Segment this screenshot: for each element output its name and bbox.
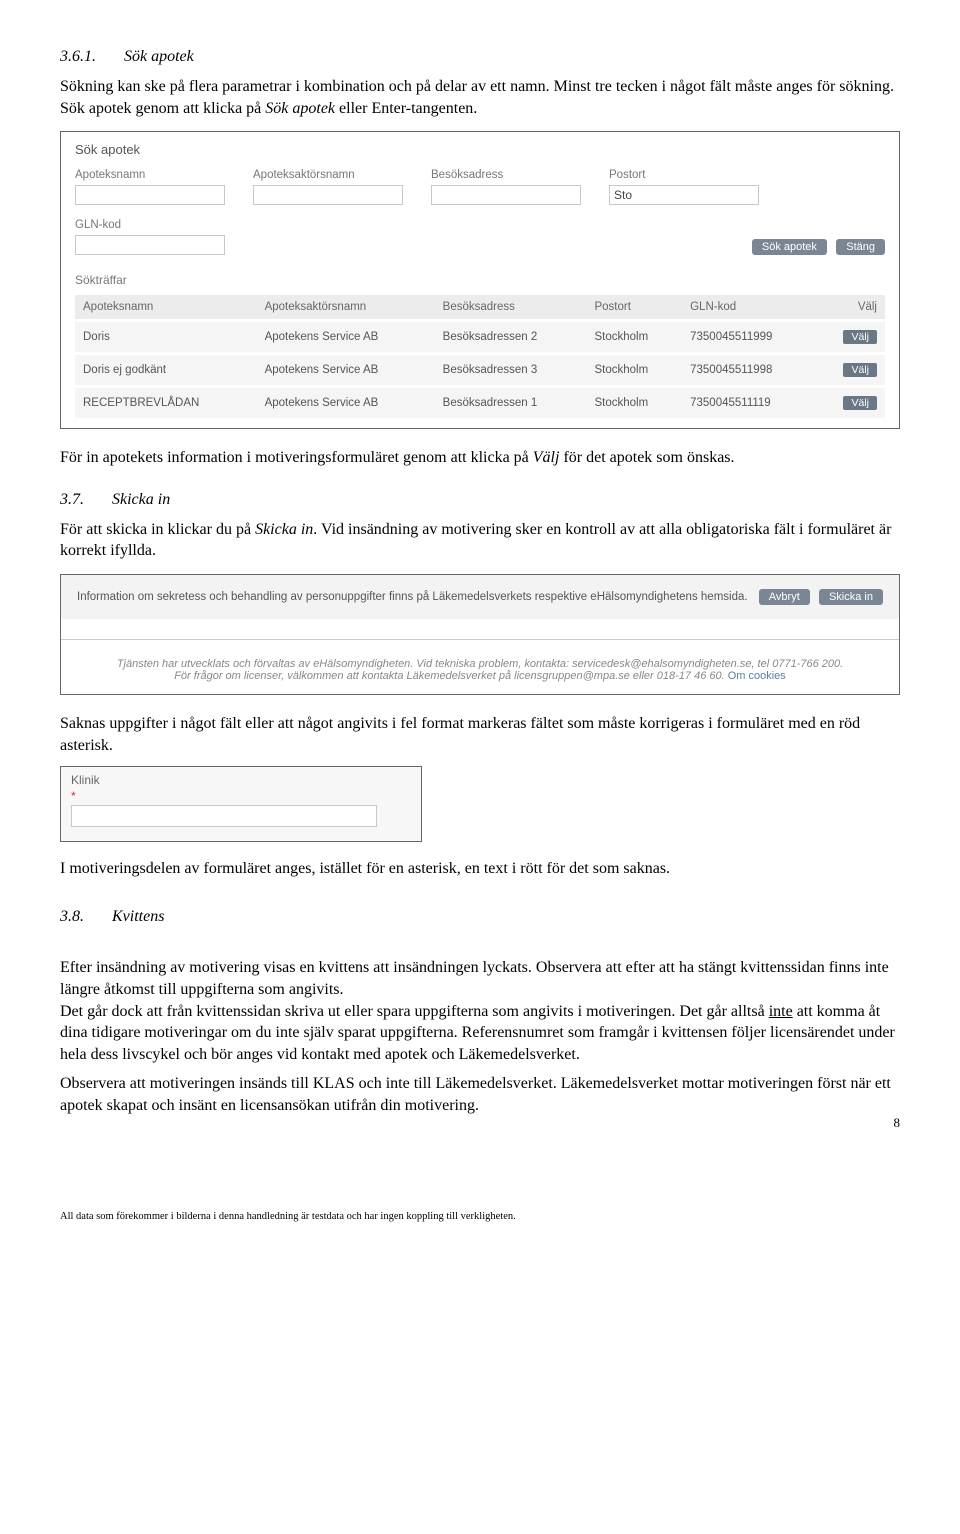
results-table: Apoteksnamn Apoteksaktörsnamn Besöksadre…	[75, 295, 885, 418]
field-inputs	[75, 185, 885, 205]
cell: Besöksadressen 1	[435, 387, 587, 419]
cell: 7350045511998	[682, 354, 817, 387]
th-postort: Postort	[586, 295, 682, 321]
screenshot-submit-bar: Information om sekretess och behandling …	[60, 574, 900, 695]
table-header-row: Apoteksnamn Apoteksaktörsnamn Besöksadre…	[75, 295, 885, 321]
input-besoksadress[interactable]	[431, 185, 581, 205]
cell: 7350045511119	[682, 387, 817, 419]
text: eller Enter-tangenten.	[335, 100, 477, 117]
klinik-label: Klinik	[71, 773, 411, 787]
cell: Apotekens Service AB	[257, 387, 435, 419]
results-heading: Sökträffar	[75, 273, 885, 287]
avbryt-button[interactable]: Avbryt	[759, 589, 810, 605]
valj-button[interactable]: Välj	[843, 363, 877, 377]
table-row: Doris Apotekens Service AB Besöksadresse…	[75, 321, 885, 354]
valj-button[interactable]: Välj	[843, 330, 877, 344]
cell: 7350045511999	[682, 321, 817, 354]
cell: Besöksadressen 2	[435, 321, 587, 354]
sec361-paragraph: Sökning kan ske på flera parametrar i ko…	[60, 76, 900, 119]
screenshot-klinik-field: Klinik *	[60, 766, 422, 842]
label-apoteksaktorsnamn: Apoteksaktörsnamn	[253, 169, 403, 181]
label-besoksadress: Besöksadress	[431, 169, 581, 181]
input-postort[interactable]	[609, 185, 759, 205]
after-shot1-paragraph: För in apotekets information i motiverin…	[60, 447, 900, 469]
label-postort: Postort	[609, 169, 759, 181]
th-adress: Besöksadress	[435, 295, 587, 321]
table-row: Doris ej godkänt Apotekens Service AB Be…	[75, 354, 885, 387]
italic-term: Skicka in	[255, 521, 313, 538]
cell: Doris ej godkänt	[75, 354, 257, 387]
service-footer: Tjänsten har utvecklats och förvaltas av…	[61, 639, 899, 694]
label-gln: GLN-kod	[75, 219, 225, 231]
button-group: Avbryt Skicka in	[753, 589, 883, 605]
cell: Stockholm	[586, 321, 682, 354]
sec37-paragraph: För att skicka in klickar du på Skicka i…	[60, 519, 900, 562]
text: Efter insändning av motivering visas en …	[60, 959, 889, 1019]
cell: Apotekens Service AB	[257, 354, 435, 387]
section-361-title: 3.6.1. Sök apotek	[60, 48, 900, 66]
cell: Besöksadressen 3	[435, 354, 587, 387]
italic-term: Sök apotek	[265, 100, 335, 117]
cell: Doris	[75, 321, 257, 354]
button-group: Sök apotek Stäng	[746, 239, 885, 255]
valj-button[interactable]: Välj	[843, 396, 877, 410]
om-cookies-link[interactable]: Om cookies	[728, 670, 786, 682]
th-aktor: Apoteksaktörsnamn	[257, 295, 435, 321]
input-apoteksaktorsnamn[interactable]	[253, 185, 403, 205]
sec-name: Skicka in	[112, 491, 170, 508]
input-apoteksnamn[interactable]	[75, 185, 225, 205]
section-38-title: 3.8. Kvittens	[60, 908, 900, 926]
panel-title: Sök apotek	[75, 142, 885, 157]
footer-line-1: Tjänsten har utvecklats och förvaltas av…	[81, 658, 879, 670]
below-shot3-paragraph: I motiveringsdelen av formuläret anges, …	[60, 858, 900, 880]
field-labels: Apoteksnamn Apoteksaktörsnamn Besöksadre…	[75, 169, 885, 181]
skicka-in-button[interactable]: Skicka in	[819, 589, 883, 605]
cell: Stockholm	[586, 387, 682, 419]
underline-term: inte	[769, 1003, 793, 1020]
label-apoteksnamn: Apoteksnamn	[75, 169, 225, 181]
italic-term: Välj	[533, 449, 560, 466]
text: för det apotek som önskas.	[559, 449, 734, 466]
text: För in apotekets information i motiverin…	[60, 449, 533, 466]
sec-num: 3.8.	[60, 908, 84, 925]
text: För frågor om licenser, välkommen att ko…	[174, 670, 728, 682]
text: För att skicka in klickar du på	[60, 521, 255, 538]
sec-name: Sök apotek	[124, 48, 194, 65]
info-text: Information om sekretess och behandling …	[77, 591, 748, 603]
section-37-title: 3.7. Skicka in	[60, 491, 900, 509]
cell: RECEPTBREVLÅDAN	[75, 387, 257, 419]
th-apoteksnamn: Apoteksnamn	[75, 295, 257, 321]
below-shot2-paragraph: Saknas uppgifter i något fält eller att …	[60, 713, 900, 756]
stang-button[interactable]: Stäng	[836, 239, 885, 255]
page-number: 8	[60, 1115, 900, 1131]
input-gln[interactable]	[75, 235, 225, 255]
th-valj: Välj	[817, 295, 885, 321]
page-footer: All data som förekommer i bilderna i den…	[60, 1211, 900, 1222]
cell: Apotekens Service AB	[257, 321, 435, 354]
sec-num: 3.7.	[60, 491, 84, 508]
sec-num: 3.6.1.	[60, 48, 96, 65]
klinik-input[interactable]	[71, 805, 377, 827]
cell: Stockholm	[586, 354, 682, 387]
required-asterisk: *	[71, 789, 411, 803]
sec38-paragraph2: Observera att motiveringen insänds till …	[60, 1073, 900, 1116]
table-row: RECEPTBREVLÅDAN Apotekens Service AB Bes…	[75, 387, 885, 419]
sok-apotek-button[interactable]: Sök apotek	[752, 239, 827, 255]
footer-line-2: För frågor om licenser, välkommen att ko…	[81, 670, 879, 682]
screenshot-sok-apotek: Sök apotek Apoteksnamn Apoteksaktörsnamn…	[60, 131, 900, 429]
sec38-paragraph1: Efter insändning av motivering visas en …	[60, 936, 900, 1066]
sec-name: Kvittens	[112, 908, 164, 925]
th-gln: GLN-kod	[682, 295, 817, 321]
